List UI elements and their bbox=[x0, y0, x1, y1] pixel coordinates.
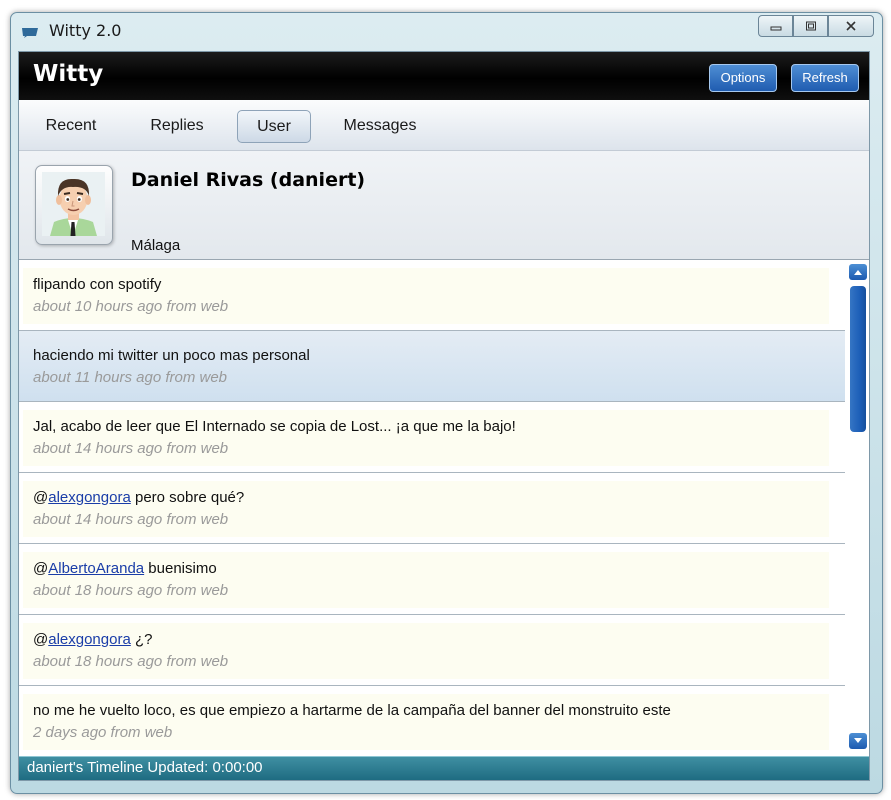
witty-bird-icon bbox=[22, 28, 38, 38]
tweet-meta: about 11 hours ago from web bbox=[33, 369, 228, 386]
tweet-meta: about 14 hours ago from web bbox=[33, 511, 229, 528]
mention-link[interactable]: AlbertoAranda bbox=[48, 560, 144, 577]
status-bar: daniert's Timeline Updated: 0:00:00 bbox=[19, 756, 869, 780]
client-area: Witty Options Refresh Recent Replies Use… bbox=[18, 51, 870, 781]
tweet-meta: about 10 hours ago from web bbox=[33, 298, 229, 315]
mention-prefix: @ bbox=[33, 560, 49, 577]
scroll-down-button[interactable] bbox=[849, 733, 867, 749]
tweet-text: Jal, acabo de leer que El Internado se c… bbox=[33, 418, 516, 435]
tab-user[interactable]: User bbox=[237, 110, 311, 143]
tweet-item[interactable]: @alexgongora pero sobre qué? about 14 ho… bbox=[19, 473, 845, 544]
tweet-text: haciendo mi twitter un poco mas personal bbox=[33, 347, 310, 364]
tweet-text: @AlbertoAranda buenisimo bbox=[33, 560, 217, 577]
mention-link[interactable]: alexgongora bbox=[48, 489, 131, 506]
tweet-list[interactable]: flipando con spotify about 10 hours ago … bbox=[19, 260, 845, 756]
user-profile-header: Daniel Rivas (daniert) Málaga bbox=[19, 151, 869, 260]
maximize-button[interactable] bbox=[793, 15, 828, 37]
title-bar[interactable]: Witty 2.0 bbox=[11, 13, 882, 51]
tweet-text: @alexgongora pero sobre qué? bbox=[33, 489, 245, 506]
cartoon-avatar-icon bbox=[42, 172, 105, 236]
user-name: Daniel Rivas (daniert) bbox=[131, 169, 366, 191]
window-title: Witty 2.0 bbox=[49, 21, 122, 40]
app-window: Witty 2.0 Witty Options Refresh Recent R… bbox=[10, 12, 883, 794]
tweet-text: flipando con spotify bbox=[33, 276, 162, 293]
tab-messages[interactable]: Messages bbox=[335, 110, 425, 141]
minimize-button[interactable] bbox=[758, 15, 793, 37]
user-location: Málaga bbox=[131, 237, 181, 254]
mention-link[interactable]: alexgongora bbox=[48, 631, 131, 648]
avatar[interactable] bbox=[35, 165, 113, 245]
tweet-text: no me he vuelto loco, es que empiezo a h… bbox=[33, 702, 671, 719]
mention-prefix: @ bbox=[33, 631, 49, 648]
scroll-thumb[interactable] bbox=[850, 286, 866, 432]
minimize-icon bbox=[770, 26, 781, 31]
tweet-item-selected[interactable]: haciendo mi twitter un poco mas personal… bbox=[19, 331, 845, 402]
tweet-item[interactable]: @alexgongora ¿? about 18 hours ago from … bbox=[19, 615, 845, 686]
tweet-item[interactable]: Jal, acabo de leer que El Internado se c… bbox=[19, 402, 845, 473]
chevron-down-icon bbox=[854, 738, 862, 743]
tweet-item[interactable]: @AlbertoAranda buenisimo about 18 hours … bbox=[19, 544, 845, 615]
chevron-up-icon bbox=[854, 270, 862, 275]
close-button[interactable] bbox=[828, 15, 874, 37]
tweet-meta: 2 days ago from web bbox=[33, 724, 173, 741]
tweet-item[interactable]: flipando con spotify about 10 hours ago … bbox=[19, 260, 845, 331]
status-text: daniert's Timeline Updated: 0:00:00 bbox=[27, 759, 263, 776]
tweet-item[interactable]: no me he vuelto loco, es que empiezo a h… bbox=[19, 686, 845, 756]
window-controls bbox=[758, 15, 874, 37]
refresh-button[interactable]: Refresh bbox=[791, 64, 859, 92]
vertical-scrollbar[interactable] bbox=[845, 260, 869, 756]
tweet-text: @alexgongora ¿? bbox=[33, 631, 153, 648]
scroll-up-button[interactable] bbox=[849, 264, 867, 280]
options-button[interactable]: Options bbox=[709, 64, 777, 92]
tweet-meta: about 14 hours ago from web bbox=[33, 440, 229, 457]
tab-recent[interactable]: Recent bbox=[35, 110, 107, 141]
close-icon bbox=[846, 21, 856, 31]
tab-bar: Recent Replies User Messages bbox=[19, 100, 869, 151]
app-title: Witty bbox=[33, 61, 104, 87]
app-header: Witty Options Refresh bbox=[19, 52, 869, 100]
maximize-icon bbox=[805, 21, 816, 31]
tweet-meta: about 18 hours ago from web bbox=[33, 582, 229, 599]
tweet-meta: about 18 hours ago from web bbox=[33, 653, 229, 670]
tab-replies[interactable]: Replies bbox=[139, 110, 215, 141]
mention-prefix: @ bbox=[33, 489, 49, 506]
